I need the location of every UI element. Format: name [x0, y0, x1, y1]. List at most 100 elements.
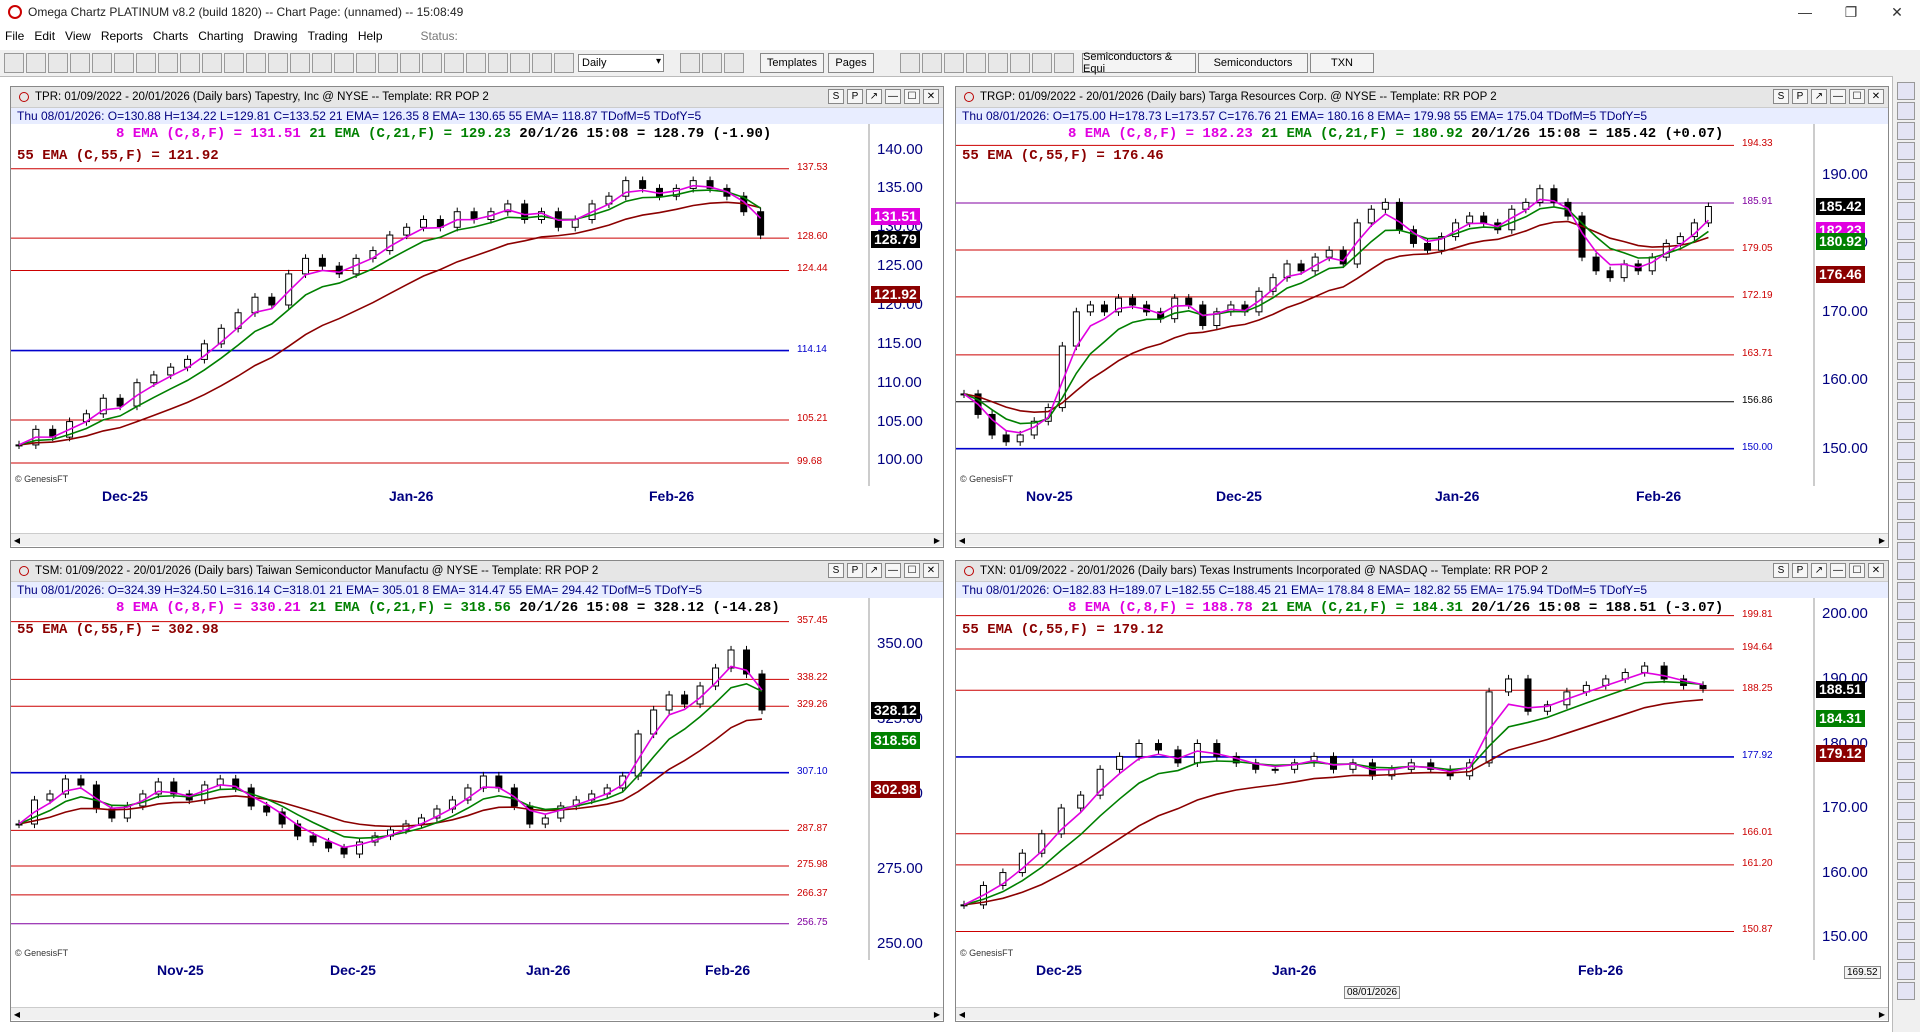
scroll-left-icon[interactable]: ◀	[11, 534, 23, 546]
toolbar-tool-icon[interactable]	[966, 53, 986, 73]
toolbar-tool-icon[interactable]	[224, 53, 244, 73]
drawing-tool-icon[interactable]	[1897, 502, 1915, 520]
drawing-tool-icon[interactable]	[1897, 942, 1915, 960]
toolbar-tool-icon[interactable]	[48, 53, 68, 73]
page-tab-semis-equi[interactable]: Semiconductors & Equi	[1082, 51, 1196, 75]
time-scrollbar[interactable]: ◀ ▶	[956, 1007, 1888, 1020]
drawing-tool-icon[interactable]	[1897, 242, 1915, 260]
link-icon[interactable]: ↗	[866, 563, 882, 578]
scroll-left-icon[interactable]: ◀	[956, 1008, 968, 1020]
toolbar-tool-icon[interactable]	[532, 53, 552, 73]
symbol-button[interactable]: S	[1773, 563, 1789, 578]
drawing-tool-icon[interactable]	[1897, 742, 1915, 760]
drawing-tool-icon[interactable]	[1897, 582, 1915, 600]
toolbar-tool-icon[interactable]	[92, 53, 112, 73]
menu-file[interactable]: File	[0, 29, 29, 43]
properties-button[interactable]: P	[847, 89, 863, 104]
chart-minimize-button[interactable]: —	[1830, 89, 1846, 104]
toolbar-tool-icon[interactable]	[488, 53, 508, 73]
drawing-tool-icon[interactable]	[1897, 682, 1915, 700]
page-tab-semis[interactable]: Semiconductors	[1198, 53, 1308, 73]
chart-close-button[interactable]: ✕	[1868, 563, 1884, 578]
menu-drawing[interactable]: Drawing	[249, 29, 303, 43]
chart-close-button[interactable]: ✕	[923, 563, 939, 578]
scroll-left-icon[interactable]: ◀	[956, 534, 968, 546]
drawing-tool-icon[interactable]	[1897, 202, 1915, 220]
pages-button[interactable]: Pages	[828, 53, 874, 73]
chart-minimize-button[interactable]: —	[885, 563, 901, 578]
drawing-tool-icon[interactable]	[1897, 702, 1915, 720]
toolbar-tool-icon[interactable]	[180, 53, 200, 73]
time-scrollbar[interactable]: ◀ ▶	[956, 533, 1888, 546]
menu-edit[interactable]: Edit	[29, 29, 60, 43]
drawing-tool-icon[interactable]	[1897, 342, 1915, 360]
toolbar-tool-icon[interactable]	[158, 53, 178, 73]
minimize-button[interactable]: —	[1782, 0, 1828, 24]
drawing-tool-icon[interactable]	[1897, 542, 1915, 560]
drawing-tool-icon[interactable]	[1897, 382, 1915, 400]
templates-button[interactable]: Templates	[760, 53, 824, 73]
drawing-tool-icon[interactable]	[1897, 302, 1915, 320]
drawing-tool-icon[interactable]	[1897, 782, 1915, 800]
menu-help[interactable]: Help	[353, 29, 388, 43]
toolbar-tool-icon[interactable]	[26, 53, 46, 73]
drawing-tool-icon[interactable]	[1897, 122, 1915, 140]
chart-minimize-button[interactable]: —	[1830, 563, 1846, 578]
drawing-tool-icon[interactable]	[1897, 522, 1915, 540]
drawing-tool-icon[interactable]	[1897, 322, 1915, 340]
scroll-right-icon[interactable]: ▶	[1876, 1008, 1888, 1020]
toolbar-tool-icon[interactable]	[510, 53, 530, 73]
drawing-tool-icon[interactable]	[1897, 82, 1915, 100]
drawing-tool-icon[interactable]	[1897, 422, 1915, 440]
scroll-right-icon[interactable]: ▶	[931, 1008, 943, 1020]
drawing-tool-icon[interactable]	[1897, 842, 1915, 860]
scroll-right-icon[interactable]: ▶	[931, 534, 943, 546]
drawing-tool-icon[interactable]	[1897, 462, 1915, 480]
drawing-tool-icon[interactable]	[1897, 722, 1915, 740]
symbol-button[interactable]: S	[828, 563, 844, 578]
interval-select[interactable]: Daily	[578, 54, 664, 72]
menu-reports[interactable]: Reports	[96, 29, 148, 43]
toolbar-tool-icon[interactable]	[1010, 53, 1030, 73]
menu-charting[interactable]: Charting	[193, 29, 248, 43]
drawing-tool-icon[interactable]	[1897, 862, 1915, 880]
drawing-tool-icon[interactable]	[1897, 982, 1915, 1000]
drawing-tool-icon[interactable]	[1897, 822, 1915, 840]
drawing-tool-icon[interactable]	[1897, 182, 1915, 200]
time-scrollbar[interactable]: ◀ ▶	[11, 533, 943, 546]
symbol-button[interactable]: S	[1773, 89, 1789, 104]
chart-maximize-button[interactable]: ☐	[1849, 563, 1865, 578]
scroll-left-icon[interactable]: ◀	[11, 1008, 23, 1020]
toolbar-tool-icon[interactable]	[702, 53, 722, 73]
drawing-tool-icon[interactable]	[1897, 262, 1915, 280]
chart-window-txn[interactable]: TXN: 01/09/2022 - 20/01/2026 (Daily bars…	[955, 560, 1889, 1022]
menu-view[interactable]: View	[60, 29, 96, 43]
chart-maximize-button[interactable]: ☐	[1849, 89, 1865, 104]
menu-trading[interactable]: Trading	[303, 29, 353, 43]
drawing-tool-icon[interactable]	[1897, 102, 1915, 120]
price-chart[interactable]	[956, 124, 1888, 496]
chart-maximize-button[interactable]: ☐	[904, 89, 920, 104]
chart-window-tsm[interactable]: TSM: 01/09/2022 - 20/01/2026 (Daily bars…	[10, 560, 944, 1022]
menu-charts[interactable]: Charts	[148, 29, 193, 43]
drawing-tool-icon[interactable]	[1897, 362, 1915, 380]
drawing-tool-icon[interactable]	[1897, 482, 1915, 500]
toolbar-tool-icon[interactable]	[944, 53, 964, 73]
page-tab-txn[interactable]: TXN	[1310, 53, 1374, 73]
time-scrollbar[interactable]: ◀ ▶	[11, 1007, 943, 1020]
link-icon[interactable]: ↗	[1811, 563, 1827, 578]
drawing-tool-icon[interactable]	[1897, 282, 1915, 300]
toolbar-tool-icon[interactable]	[922, 53, 942, 73]
chart-close-button[interactable]: ✕	[1868, 89, 1884, 104]
drawing-tool-icon[interactable]	[1897, 162, 1915, 180]
toolbar-tool-icon[interactable]	[724, 53, 744, 73]
drawing-tool-icon[interactable]	[1897, 142, 1915, 160]
drawing-tool-icon[interactable]	[1897, 642, 1915, 660]
drawing-tool-icon[interactable]	[1897, 962, 1915, 980]
toolbar-tool-icon[interactable]	[268, 53, 288, 73]
drawing-tool-icon[interactable]	[1897, 802, 1915, 820]
toolbar-tool-icon[interactable]	[900, 53, 920, 73]
chart-maximize-button[interactable]: ☐	[904, 563, 920, 578]
toolbar-tool-icon[interactable]	[312, 53, 332, 73]
toolbar-tool-icon[interactable]	[680, 53, 700, 73]
